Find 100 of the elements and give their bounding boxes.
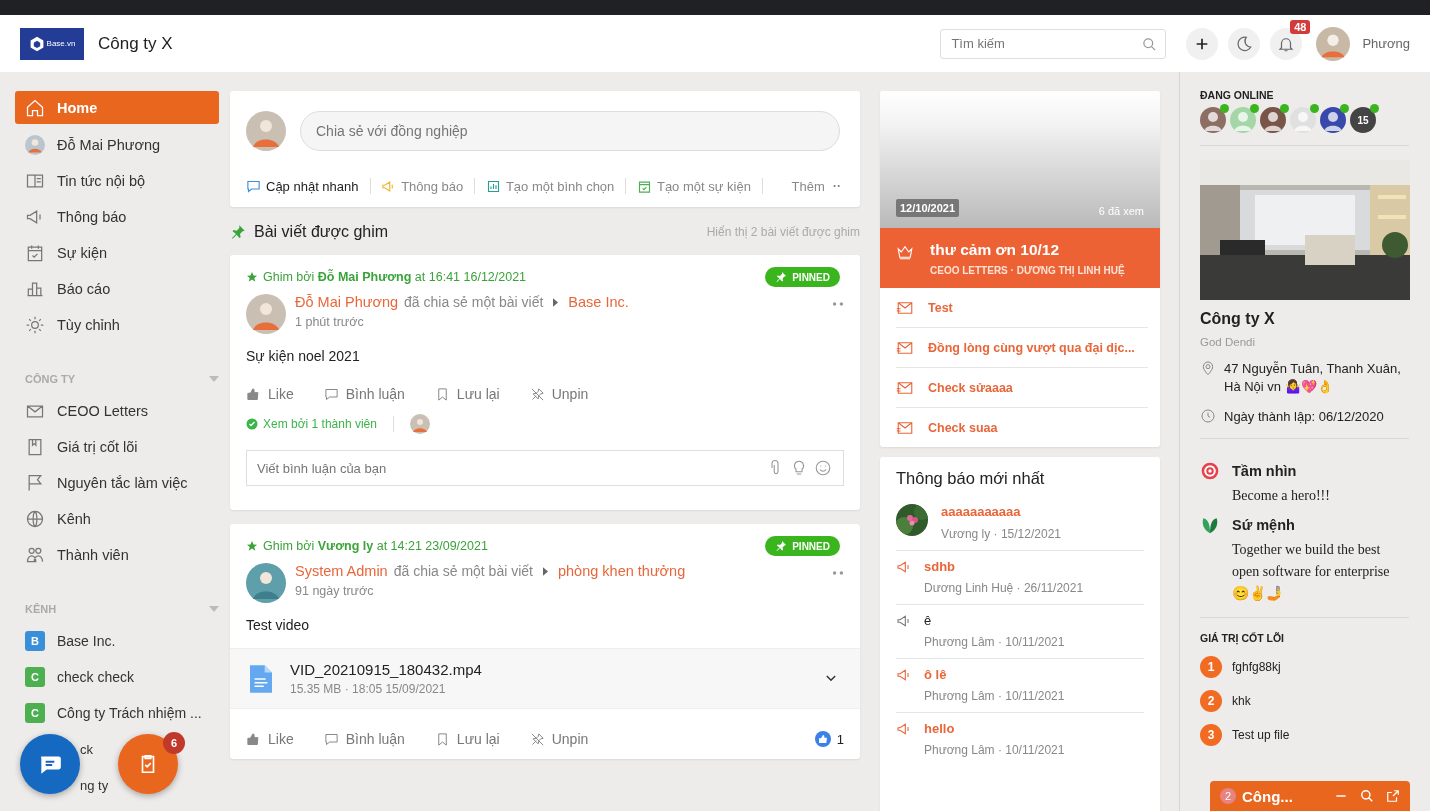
nav-item[interactable]: Sự kiện [15, 235, 219, 271]
value-label: Test up file [1232, 728, 1290, 742]
chat-button[interactable] [20, 734, 80, 794]
external-link-icon[interactable] [1386, 789, 1400, 803]
user-avatar[interactable] [1316, 26, 1351, 61]
composer-action[interactable]: Thông báo [381, 178, 464, 194]
channel-badge: C [25, 667, 45, 687]
task-button[interactable] [118, 734, 178, 794]
section-title: Bài viết được ghim [254, 223, 389, 241]
more-button[interactable]: Thêm [791, 178, 825, 194]
comment-icon [323, 731, 339, 747]
unpin-icon [529, 731, 545, 747]
post-action-button[interactable]: Lưu lại [434, 731, 500, 747]
letter-item[interactable]: Đồng lòng cùng vượt qua đại dịc... [896, 328, 1148, 368]
share-input[interactable]: Chia sẻ với đồng nghiệp [300, 111, 840, 151]
notice-title: ô lê [924, 667, 948, 682]
post-action-button[interactable]: Unpin [529, 731, 589, 747]
arrow-icon [542, 566, 548, 576]
add-button[interactable] [1186, 27, 1219, 60]
featured-letter[interactable]: thư cảm ơn 10/12 CEOO LETTERS · DƯƠNG THỊ LINH HUỆ [880, 228, 1160, 288]
notice-item[interactable]: sdhb Dương Linh Huệ · 26/11/2021 [896, 551, 1144, 605]
post-action-button[interactable]: Bình luận [323, 731, 405, 747]
nav-item[interactable]: Giá trị cốt lõi [15, 429, 219, 465]
nav-item[interactable]: Home [15, 91, 219, 124]
mission-text: Together we build the best open software for enterprise 😊✌🤳 [1232, 541, 1391, 603]
pin-icon [230, 224, 246, 240]
post-content: Test video [246, 617, 311, 633]
channel-item[interactable]: B Base Inc. [15, 623, 219, 659]
composer-action[interactable]: Tạo một bình chọn [485, 178, 615, 194]
post-action-button[interactable]: Like [246, 386, 294, 402]
online-avatar[interactable] [1260, 107, 1286, 133]
letter-item[interactable]: Check suaa [896, 408, 1148, 447]
post-action-button[interactable]: Bình luận [323, 386, 405, 402]
nav-item[interactable]: Thông báo [15, 199, 219, 235]
value-label: fghfg88kj [1232, 660, 1281, 674]
more-icon[interactable] [832, 302, 844, 306]
nav-item[interactable]: Tin tức nội bộ [15, 163, 219, 199]
post-content: Sự kiện noel 2021 [246, 348, 361, 364]
attachment[interactable]: VID_20210915_180432.mp4 15.35 MB · 18:05 15/09/2021 [230, 648, 860, 709]
nav-item[interactable]: Nguyên tắc làm việc [15, 465, 219, 501]
letter-item[interactable]: Check sửaaaa [896, 368, 1148, 408]
letter-item[interactable]: Test [896, 288, 1148, 328]
company-name: Công ty X [1200, 310, 1276, 328]
composer-action[interactable]: Tạo một sự kiện [636, 178, 751, 194]
post-action-button[interactable]: Unpin [529, 386, 589, 402]
notice-meta: Phương Lâm · 10/11/2021 [924, 635, 1065, 649]
channel-item[interactable]: ng ty [80, 767, 109, 803]
nav-item[interactable]: Đỗ Mai Phương [15, 127, 219, 163]
channel-link[interactable]: Base Inc. [568, 294, 629, 310]
more-icon[interactable] [832, 571, 844, 575]
notice-title: aaaaaaaaaaa [941, 504, 1022, 519]
online-avatar[interactable] [1200, 107, 1226, 133]
home-icon [25, 97, 45, 118]
pinned-summary: Hiển thị 2 bài viết được ghim [706, 225, 860, 239]
post-time: 1 phút trước [295, 315, 365, 329]
chat-icon [246, 178, 261, 194]
avatar [246, 294, 286, 334]
notice-item[interactable]: aaaaaaaaaaa Vương ly · 15/12/2021 [896, 496, 1144, 551]
channel-item[interactable]: ck [80, 731, 93, 767]
more-icon[interactable] [832, 184, 840, 188]
notice-meta: Phương Lâm · 10/11/2021 [924, 689, 1065, 703]
poll-icon [485, 178, 501, 194]
founded-date: Ngày thành lập: 06/12/2020 [1224, 408, 1384, 426]
dark-mode-button[interactable] [1228, 27, 1261, 60]
nav-item[interactable]: Báo cáo [15, 271, 219, 307]
post-action-button[interactable]: Lưu lại [434, 386, 500, 402]
check-circle-icon [246, 418, 258, 430]
globe-icon [25, 509, 45, 529]
chat-window-bar[interactable]: 2 Công... [1210, 781, 1410, 811]
online-avatar[interactable] [1320, 107, 1346, 133]
pinned-by-text: Ghim bởi Vương ly at 14:21 23/09/2021 [263, 539, 488, 553]
user-name[interactable]: Phương [1362, 36, 1410, 51]
composer-action[interactable]: Cập nhật nhanh [246, 178, 359, 194]
author-link[interactable]: Đỗ Mai Phương [295, 294, 399, 310]
nav-item[interactable]: Tùy chỉnh [15, 307, 219, 343]
calendar-icon [636, 178, 652, 194]
vision-title: Tầm nhìn [1232, 463, 1297, 479]
channel-item[interactable]: C Công ty Trách nhiệm ... [15, 695, 219, 731]
emoji-icon[interactable] [814, 459, 832, 477]
online-count[interactable]: 15 [1350, 107, 1376, 133]
notice-title: sdhb [924, 559, 957, 574]
author-link[interactable]: System Admin [295, 563, 388, 579]
nav-item[interactable]: Kênh [15, 501, 219, 537]
notice-item[interactable]: hello Phương Lâm · 10/11/2021 [896, 713, 1144, 766]
card-title: Thông báo mới nhất [896, 469, 1046, 488]
nav-item[interactable]: CEOO Letters [15, 393, 219, 429]
notice-meta: Phương Lâm · 10/11/2021 [924, 743, 1065, 757]
post-action-text: đã chia sẻ một bài viết [404, 294, 544, 310]
post-action-button[interactable]: Like [246, 731, 294, 747]
search-icon[interactable] [1360, 789, 1374, 803]
chevron-down-icon[interactable] [826, 675, 836, 682]
notice-item[interactable]: ô lê Phương Lâm · 10/11/2021 [896, 659, 1144, 713]
channel-link[interactable]: phòng khen thưởng [557, 563, 686, 579]
channel-item[interactable]: C check check [15, 659, 219, 695]
comment-field[interactable]: Viết bình luận của bạn [246, 450, 844, 486]
nav-item[interactable]: Thành viên [15, 537, 219, 573]
notification-count: 48 [1290, 19, 1311, 34]
search-field[interactable]: Tìm kiếm [940, 28, 1167, 59]
notice-item[interactable]: ê Phương Lâm · 10/11/2021 [896, 605, 1144, 659]
logo[interactable]: Base.vn [20, 27, 84, 60]
